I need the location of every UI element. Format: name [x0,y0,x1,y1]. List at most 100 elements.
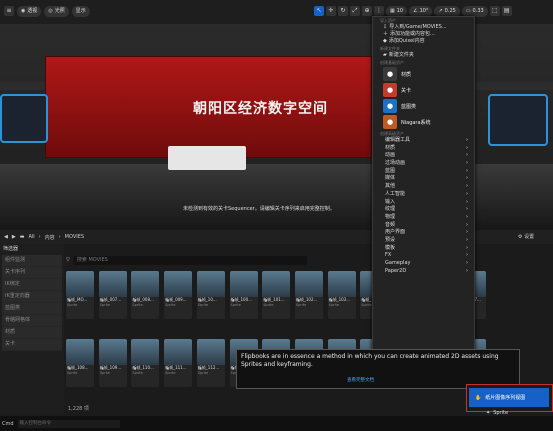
display-panel-left [0,94,48,143]
star-icon: ★ [329,298,334,303]
chevron-right-icon: › [466,198,468,205]
filter-item[interactable]: IK绑定 [2,279,62,291]
menu-submenu[interactable]: 物理 › [373,214,474,222]
lit-button[interactable]: ◎ 光照 [44,6,69,17]
sprite-menu-item[interactable]: ✦ Sprite [486,410,508,416]
show-button[interactable]: 显示 [71,6,90,17]
perspective-button[interactable]: ◉ 透视 [17,6,42,17]
filter-item[interactable]: 骨骼网格体 [2,315,62,327]
asset-type: Sprite [165,371,176,375]
select-icon[interactable]: ↖ [314,6,324,16]
menu-basic-asset[interactable]: ● 材质 [373,66,474,82]
menu-submenu[interactable]: 其他 › [373,183,474,191]
menu-submenu[interactable]: Gameplay › [373,260,474,268]
asset-tile[interactable]: ★ 新帧_100... Sprite [229,271,258,319]
breadcrumb-content[interactable]: 内容 [45,234,55,241]
asset-thumbnail [98,339,127,365]
menu-submenu[interactable]: 过场动画 › [373,160,474,168]
asset-tile[interactable]: ★ 新帧_111... Sprite [164,339,193,387]
flipbook-tooltip: Flipbooks are in essence a method in whi… [236,349,520,389]
asset-type: Sprite [99,371,111,375]
forward-icon[interactable]: ▶ [12,234,16,240]
chevron-right-icon: › [466,221,468,228]
filter-item[interactable]: 关卡 [2,339,62,351]
asset-type: Sprite [197,303,209,307]
filter-bar: ▽ 搜索 MOVIES [66,255,326,265]
console-input[interactable]: 输入控制台命令 [17,419,120,428]
asset-tile[interactable]: ★ 新帧_112... Sprite [196,339,225,387]
menu-submenu-label: 动画 [385,152,396,159]
asset-tile[interactable]: ★ 新帧_108... Sprite [66,339,94,387]
asset-tile[interactable]: ★ 新帧_10... Sprite [196,271,225,319]
world-icon[interactable]: ⊕ [362,6,372,16]
asset-type: Sprite [165,303,176,307]
flipbook-icon: ✋ [475,394,482,401]
asset-thumbnail [98,271,127,297]
menu-submenu[interactable]: 人工智能 › [373,191,474,199]
asset-thumbnail [196,271,225,297]
star-icon: ★ [133,366,137,371]
asset-type: Sprite [132,371,143,375]
menu-submenu[interactable]: 动画 › [373,152,474,160]
menu-submenu[interactable]: 纹理 › [373,206,474,214]
filter-item[interactable]: 蓝图类 [2,303,62,315]
layout-icon[interactable]: ▤ [501,6,512,16]
breadcrumb-movies[interactable]: MOVIES [65,234,84,240]
breadcrumb-all[interactable]: All [28,234,34,240]
filter-icon[interactable]: ▽ [66,257,70,263]
blueprint-icon: ● [383,99,397,113]
menu-submenu[interactable]: 预设 › [373,237,474,245]
move-icon[interactable]: ✛ [326,6,336,16]
scale-icon[interactable]: ⤢ [350,6,360,16]
chevron-right-icon: › [466,213,468,220]
menu-basic-asset[interactable]: ● Niagara系统 [373,114,474,130]
menu-submenu[interactable]: 模板 › [373,245,474,253]
asset-type: Sprite [328,303,339,307]
asset-tile[interactable]: ★ 新帧_102... Sprite [294,271,323,319]
asset-tile[interactable]: ★ 新帧_101... Sprite [262,271,291,319]
menu-new-folder[interactable]: ▰ 新建文件夹 [373,52,474,59]
menu-submenu[interactable]: 媒体 › [373,175,474,183]
asset-tile[interactable]: ★ 新帧_109... Sprite [98,339,127,387]
search-input[interactable]: 搜索 MOVIES [72,255,307,265]
filter-item[interactable]: 关卡序列 [2,267,62,279]
asset-tile[interactable]: ★ 新帧_009... Sprite [164,271,193,319]
menu-icon[interactable]: ≡ [4,6,14,16]
settings-button[interactable]: ⚙ 设置 [518,233,534,240]
menu-import[interactable]: ⇩ 导入到/Game/MOVIES... [373,24,474,31]
menu-submenu[interactable]: Paper2D › [373,268,474,276]
basic-asset-list: ● 材质 ● 关卡 ● 蓝图类 ● Niagara系统 [373,66,474,130]
menu-submenu-label: 预设 [385,236,396,243]
menu-submenu[interactable]: 编辑器工具 › [373,137,474,145]
asset-tile[interactable]: ★ 新帧_008... Sprite [131,271,160,319]
asset-tile[interactable]: ★ 新帧_110... Sprite [131,339,160,387]
menu-submenu[interactable]: 用户界面 › [373,229,474,237]
banner-text: 朝阳区经济数字空间 [193,101,328,117]
rotate-icon[interactable]: ↻ [338,6,348,16]
menu-basic-asset[interactable]: ● 蓝图类 [373,98,474,114]
menu-basic-label: 蓝图类 [401,103,417,110]
filter-item[interactable]: IK重定向器 [2,291,62,303]
asset-tile[interactable]: ★ 新帧_103... Sprite [327,271,356,319]
flipbook-menu-item[interactable]: ✋ 纸片图像序列视图 [466,384,553,412]
menu-add-feature[interactable]: ＋添加功能或内容包... [373,31,474,38]
menu-submenu-label: FX [385,252,392,259]
asset-tile[interactable]: ★ 新帧_007... Sprite [98,271,127,319]
menu-submenu[interactable]: FX › [373,252,474,260]
asset-thumbnail [196,339,225,365]
filter-item[interactable]: 组件监测 [2,255,62,267]
surface-snap-icon[interactable]: ⋮ [374,6,384,16]
folder-icon: ▬ [19,234,25,240]
docs-link[interactable]: 查看完整文档 [347,377,374,383]
back-icon[interactable]: ◀ [4,234,8,240]
menu-basic-asset[interactable]: ● 关卡 [373,82,474,98]
asset-tile[interactable]: ★ 新帧_MO... Sprite [66,271,94,319]
chevron-right-icon: › [466,152,468,159]
filter-item[interactable]: 材质 [2,327,62,339]
menu-submenu-label: 物理 [385,213,396,220]
menu-add-quixel[interactable]: ◆ 添加Quixel内容 [373,38,474,45]
menu-submenu-label: 用户界面 [385,229,406,236]
cmd-label[interactable]: Cmd [2,421,14,427]
asset-thumbnail [262,271,291,297]
maximize-icon[interactable]: ⬚ [489,6,500,16]
